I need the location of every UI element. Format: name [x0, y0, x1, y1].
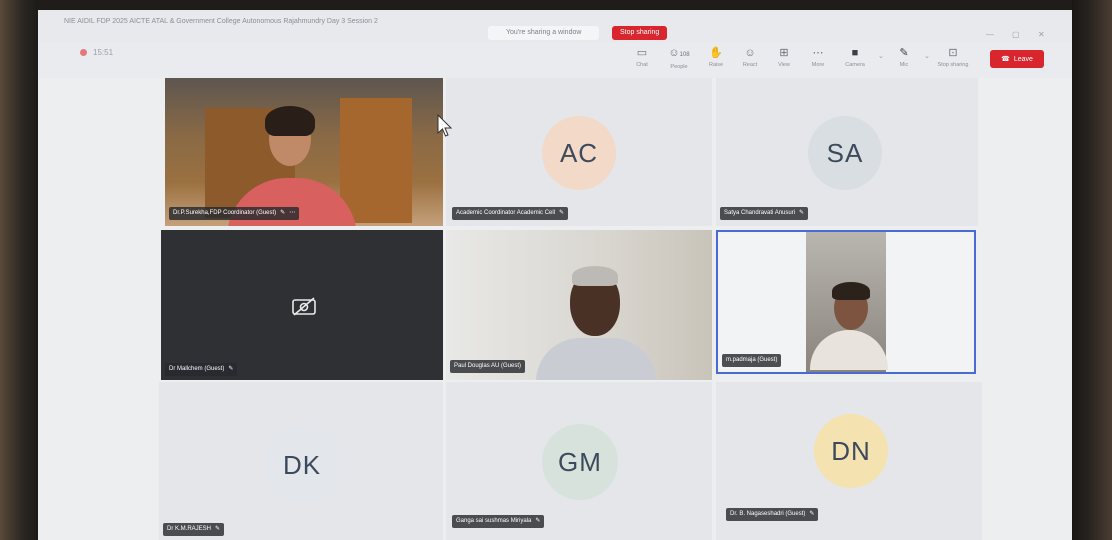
minimize-icon[interactable]: —: [986, 30, 994, 39]
mouse-cursor-icon: [437, 114, 453, 137]
avatar: GM: [542, 424, 618, 500]
participant-tile-camera-off[interactable]: Dr Mallchem (Guest) ✎: [161, 230, 443, 380]
more-dots-icon: ⋯: [812, 47, 824, 59]
participant-video: [832, 282, 870, 300]
sharing-notice: You're sharing a window: [488, 26, 600, 40]
participant-name-label: Paul Douglas AU (Guest): [450, 360, 526, 373]
close-icon[interactable]: ✕: [1038, 30, 1045, 39]
participant-tile-video[interactable]: Dr.P.Surekha,FDP Coordinator (Guest) ✎ ⋯: [165, 78, 443, 226]
mic-muted-icon: ✎: [280, 210, 286, 216]
mic-muted-icon: ✎: [809, 511, 815, 517]
view-button[interactable]: ⊞ View: [770, 46, 798, 70]
stop-sharing-pill-button[interactable]: Stop sharing: [612, 26, 668, 40]
avatar: AC: [542, 116, 616, 190]
avatar: SA: [808, 116, 882, 190]
avatar: DK: [263, 426, 341, 504]
participant-count: 108: [679, 52, 690, 58]
hand-icon: ✋: [709, 47, 723, 59]
phone-hangup-icon: ☎: [1001, 56, 1010, 63]
camera-off-icon: [292, 297, 316, 316]
camera-options-chevron-icon[interactable]: ⌄: [878, 46, 886, 70]
raise-hand-button[interactable]: ✋ Raise: [702, 46, 730, 70]
chat-icon: ▭: [636, 47, 648, 59]
react-button[interactable]: ☺ React: [736, 46, 764, 70]
participant-tile-avatar[interactable]: GM Ganga sai sushmas Miriyala ✎: [446, 382, 712, 540]
participant-tile-avatar[interactable]: DK Dr K.M.RAJESH ✎: [159, 382, 443, 540]
participant-tile-avatar[interactable]: SA Satya Chandravati Anusuri ✎: [716, 78, 978, 226]
mic-muted-icon: ✎: [799, 210, 805, 216]
camera-icon: ■: [851, 47, 859, 59]
timer-text: 15:51: [93, 48, 114, 57]
participant-tile-video[interactable]: Paul Douglas AU (Guest): [446, 230, 712, 380]
mic-button[interactable]: ✎ Mic: [890, 46, 918, 70]
participant-video: [265, 106, 315, 136]
more-button[interactable]: ⋯ More: [804, 46, 832, 70]
participant-name-label: Ganga sai sushmas Miriyala ✎: [452, 515, 545, 528]
participant-name-label: Satya Chandravati Anusuri ✎: [720, 207, 809, 220]
maximize-icon[interactable]: ▢: [1012, 30, 1020, 39]
participant-name-label: m.padmaja (Guest): [722, 354, 782, 367]
stop-sharing-button[interactable]: ⊡ Stop sharing: [936, 46, 970, 70]
monitor-bezel-right: [1072, 0, 1112, 540]
mic-muted-icon: ✎: [228, 366, 234, 372]
participant-tile-avatar[interactable]: AC Academic Coordinator Academic Cell ✎: [446, 78, 712, 226]
window-title: NIE AIDIL FDP 2025 AICTE ATAL & Governme…: [64, 18, 378, 25]
recording-dot-icon: [80, 49, 87, 56]
monitor-bezel-top: [0, 0, 1112, 10]
avatar: DN: [814, 414, 888, 488]
video-background: [340, 98, 412, 223]
title-bar: NIE AIDIL FDP 2025 AICTE ATAL & Governme…: [38, 10, 1072, 42]
mic-muted-icon: ✎: [559, 210, 565, 216]
leave-button[interactable]: ☎ Leave: [990, 50, 1044, 68]
participant-tile-avatar[interactable]: DN Dr. B. Nagaseshadri (Guest) ✎: [716, 382, 982, 540]
more-options-icon[interactable]: ⋯: [289, 207, 295, 220]
grid-view-icon: ⊞: [779, 47, 789, 59]
meeting-toolbar: 15:51 ▭ Chat ☺108 People ✋ Raise ☺ React…: [38, 42, 1072, 78]
participant-name-label: Dr Mallchem (Guest) ✎: [165, 363, 238, 376]
meeting-timer: 15:51: [80, 48, 113, 57]
mic-options-chevron-icon[interactable]: ⌄: [924, 46, 932, 70]
participant-name-label: Dr.P.Surekha,FDP Coordinator (Guest) ✎ ⋯: [169, 207, 300, 220]
mic-muted-icon: ✎: [215, 526, 221, 532]
teams-meeting-window: NIE AIDIL FDP 2025 AICTE ATAL & Governme…: [38, 10, 1072, 540]
participant-name-label: Dr. B. Nagaseshadri (Guest) ✎: [726, 508, 819, 521]
share-screen-icon: ⊡: [948, 47, 958, 59]
smiley-icon: ☺: [744, 47, 756, 59]
chat-button[interactable]: ▭ Chat: [628, 46, 656, 70]
mic-muted-icon: ✎: [535, 518, 541, 524]
participant-tile-video-active[interactable]: m.padmaja (Guest): [716, 230, 976, 374]
people-icon: ☺108: [668, 47, 690, 59]
participant-video: [572, 266, 618, 286]
mic-muted-icon: ✎: [899, 47, 909, 59]
people-button[interactable]: ☺108 People: [662, 46, 696, 70]
participant-name-label: Dr K.M.RAJESH ✎: [163, 523, 225, 536]
camera-button[interactable]: ■ Camera: [838, 46, 872, 70]
participant-name-label: Academic Coordinator Academic Cell ✎: [452, 207, 569, 220]
monitor-bezel-left: [0, 0, 38, 540]
